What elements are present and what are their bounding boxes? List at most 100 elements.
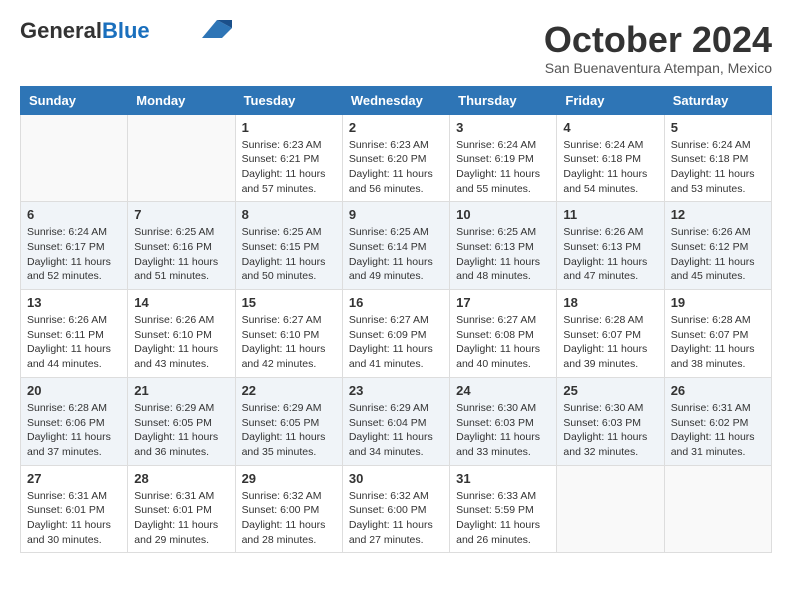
day-number: 19 [671, 295, 765, 310]
calendar-cell-3-2: 14 Sunrise: 6:26 AM Sunset: 6:10 PM Dayli… [128, 290, 235, 378]
day-info: Sunrise: 6:25 AM Sunset: 6:13 PM Dayligh… [456, 225, 550, 284]
calendar-week-5: 27 Sunrise: 6:31 AM Sunset: 6:01 PM Dayli… [21, 465, 772, 553]
calendar-week-1: 1Sunrise: 6:23 AM Sunset: 6:21 PM Daylig… [21, 114, 772, 202]
logo-icon [202, 20, 232, 38]
day-number: 30 [349, 471, 443, 486]
calendar-cell-5-5: 31Sunrise: 6:33 AM Sunset: 5:59 PM Dayli… [450, 465, 557, 553]
month-year: October 2024 [544, 20, 772, 60]
day-info: Sunrise: 6:29 AM Sunset: 6:05 PM Dayligh… [242, 401, 336, 460]
calendar-cell-4-2: 21Sunrise: 6:29 AM Sunset: 6:05 PM Dayli… [128, 377, 235, 465]
logo-blue: Blue [102, 18, 150, 43]
day-info: Sunrise: 6:27 AM Sunset: 6:10 PM Dayligh… [242, 313, 336, 372]
day-number: 4 [563, 120, 657, 135]
logo-general: General [20, 18, 102, 43]
day-info: Sunrise: 6:26 AM Sunset: 6:12 PM Dayligh… [671, 225, 765, 284]
calendar-header-tuesday: Tuesday [235, 86, 342, 114]
day-info: Sunrise: 6:28 AM Sunset: 6:06 PM Dayligh… [27, 401, 121, 460]
day-number: 10 [456, 207, 550, 222]
calendar-cell-5-6 [557, 465, 664, 553]
day-number: 3 [456, 120, 550, 135]
calendar-week-2: 6 Sunrise: 6:24 AM Sunset: 6:17 PM Daylig… [21, 202, 772, 290]
calendar-cell-1-5: 3 Sunrise: 6:24 AM Sunset: 6:19 PM Daylig… [450, 114, 557, 202]
day-number: 24 [456, 383, 550, 398]
day-number: 9 [349, 207, 443, 222]
calendar-cell-2-4: 9 Sunrise: 6:25 AM Sunset: 6:14 PM Daylig… [342, 202, 449, 290]
day-info: Sunrise: 6:24 AM Sunset: 6:17 PM Dayligh… [27, 225, 121, 284]
day-info: Sunrise: 6:23 AM Sunset: 6:20 PM Dayligh… [349, 138, 443, 197]
day-number: 23 [349, 383, 443, 398]
day-number: 1 [242, 120, 336, 135]
calendar-cell-4-6: 25 Sunrise: 6:30 AM Sunset: 6:03 PM Dayli… [557, 377, 664, 465]
calendar-cell-4-7: 26 Sunrise: 6:31 AM Sunset: 6:02 PM Dayli… [664, 377, 771, 465]
day-info: Sunrise: 6:32 AM Sunset: 6:00 PM Dayligh… [242, 489, 336, 548]
day-number: 20 [27, 383, 121, 398]
calendar-cell-3-5: 17 Sunrise: 6:27 AM Sunset: 6:08 PM Dayli… [450, 290, 557, 378]
calendar-cell-3-7: 19 Sunrise: 6:28 AM Sunset: 6:07 PM Dayli… [664, 290, 771, 378]
title-section: October 2024 San Buenaventura Atempan, M… [544, 20, 772, 76]
calendar-header-monday: Monday [128, 86, 235, 114]
logo-text: GeneralBlue [20, 20, 150, 42]
day-number: 25 [563, 383, 657, 398]
day-info: Sunrise: 6:24 AM Sunset: 6:18 PM Dayligh… [563, 138, 657, 197]
day-number: 28 [134, 471, 228, 486]
day-number: 12 [671, 207, 765, 222]
calendar-week-4: 20 Sunrise: 6:28 AM Sunset: 6:06 PM Dayli… [21, 377, 772, 465]
day-number: 22 [242, 383, 336, 398]
day-info: Sunrise: 6:26 AM Sunset: 6:11 PM Dayligh… [27, 313, 121, 372]
calendar-cell-5-7 [664, 465, 771, 553]
day-number: 29 [242, 471, 336, 486]
calendar-cell-3-6: 18 Sunrise: 6:28 AM Sunset: 6:07 PM Dayli… [557, 290, 664, 378]
day-info: Sunrise: 6:28 AM Sunset: 6:07 PM Dayligh… [671, 313, 765, 372]
calendar-cell-3-3: 15 Sunrise: 6:27 AM Sunset: 6:10 PM Dayli… [235, 290, 342, 378]
day-info: Sunrise: 6:27 AM Sunset: 6:09 PM Dayligh… [349, 313, 443, 372]
calendar-cell-4-4: 23Sunrise: 6:29 AM Sunset: 6:04 PM Dayli… [342, 377, 449, 465]
day-number: 16 [349, 295, 443, 310]
calendar-cell-4-1: 20 Sunrise: 6:28 AM Sunset: 6:06 PM Dayli… [21, 377, 128, 465]
page-header: GeneralBlue October 2024 San Buenaventur… [20, 20, 772, 76]
day-number: 2 [349, 120, 443, 135]
calendar-header-saturday: Saturday [664, 86, 771, 114]
calendar-header-wednesday: Wednesday [342, 86, 449, 114]
day-number: 11 [563, 207, 657, 222]
calendar-cell-4-3: 22 Sunrise: 6:29 AM Sunset: 6:05 PM Dayli… [235, 377, 342, 465]
day-number: 6 [27, 207, 121, 222]
day-number: 15 [242, 295, 336, 310]
calendar-cell-2-2: 7Sunrise: 6:25 AM Sunset: 6:16 PM Daylig… [128, 202, 235, 290]
calendar-cell-5-2: 28 Sunrise: 6:31 AM Sunset: 6:01 PM Dayli… [128, 465, 235, 553]
location: San Buenaventura Atempan, Mexico [544, 60, 772, 76]
day-number: 17 [456, 295, 550, 310]
day-info: Sunrise: 6:26 AM Sunset: 6:10 PM Dayligh… [134, 313, 228, 372]
calendar-cell-5-4: 30 Sunrise: 6:32 AM Sunset: 6:00 PM Dayli… [342, 465, 449, 553]
day-number: 18 [563, 295, 657, 310]
calendar-cell-1-4: 2 Sunrise: 6:23 AM Sunset: 6:20 PM Daylig… [342, 114, 449, 202]
calendar-cell-5-3: 29 Sunrise: 6:32 AM Sunset: 6:00 PM Dayli… [235, 465, 342, 553]
day-number: 27 [27, 471, 121, 486]
day-info: Sunrise: 6:33 AM Sunset: 5:59 PM Dayligh… [456, 489, 550, 548]
day-info: Sunrise: 6:24 AM Sunset: 6:19 PM Dayligh… [456, 138, 550, 197]
day-number: 14 [134, 295, 228, 310]
calendar-table: SundayMondayTuesdayWednesdayThursdayFrid… [20, 86, 772, 554]
day-info: Sunrise: 6:25 AM Sunset: 6:15 PM Dayligh… [242, 225, 336, 284]
day-info: Sunrise: 6:30 AM Sunset: 6:03 PM Dayligh… [563, 401, 657, 460]
day-info: Sunrise: 6:27 AM Sunset: 6:08 PM Dayligh… [456, 313, 550, 372]
calendar-cell-2-1: 6 Sunrise: 6:24 AM Sunset: 6:17 PM Daylig… [21, 202, 128, 290]
day-info: Sunrise: 6:30 AM Sunset: 6:03 PM Dayligh… [456, 401, 550, 460]
calendar-cell-2-6: 11Sunrise: 6:26 AM Sunset: 6:13 PM Dayli… [557, 202, 664, 290]
calendar-cell-5-1: 27 Sunrise: 6:31 AM Sunset: 6:01 PM Dayli… [21, 465, 128, 553]
calendar-header-row: SundayMondayTuesdayWednesdayThursdayFrid… [21, 86, 772, 114]
day-number: 26 [671, 383, 765, 398]
day-info: Sunrise: 6:28 AM Sunset: 6:07 PM Dayligh… [563, 313, 657, 372]
day-info: Sunrise: 6:25 AM Sunset: 6:14 PM Dayligh… [349, 225, 443, 284]
calendar-cell-1-1 [21, 114, 128, 202]
calendar-cell-4-5: 24 Sunrise: 6:30 AM Sunset: 6:03 PM Dayli… [450, 377, 557, 465]
day-info: Sunrise: 6:32 AM Sunset: 6:00 PM Dayligh… [349, 489, 443, 548]
day-info: Sunrise: 6:31 AM Sunset: 6:01 PM Dayligh… [27, 489, 121, 548]
calendar-cell-1-7: 5Sunrise: 6:24 AM Sunset: 6:18 PM Daylig… [664, 114, 771, 202]
calendar-header-thursday: Thursday [450, 86, 557, 114]
day-info: Sunrise: 6:31 AM Sunset: 6:02 PM Dayligh… [671, 401, 765, 460]
day-info: Sunrise: 6:31 AM Sunset: 6:01 PM Dayligh… [134, 489, 228, 548]
calendar-cell-1-2 [128, 114, 235, 202]
day-number: 13 [27, 295, 121, 310]
calendar-cell-1-6: 4 Sunrise: 6:24 AM Sunset: 6:18 PM Daylig… [557, 114, 664, 202]
calendar-cell-2-3: 8Sunrise: 6:25 AM Sunset: 6:15 PM Daylig… [235, 202, 342, 290]
